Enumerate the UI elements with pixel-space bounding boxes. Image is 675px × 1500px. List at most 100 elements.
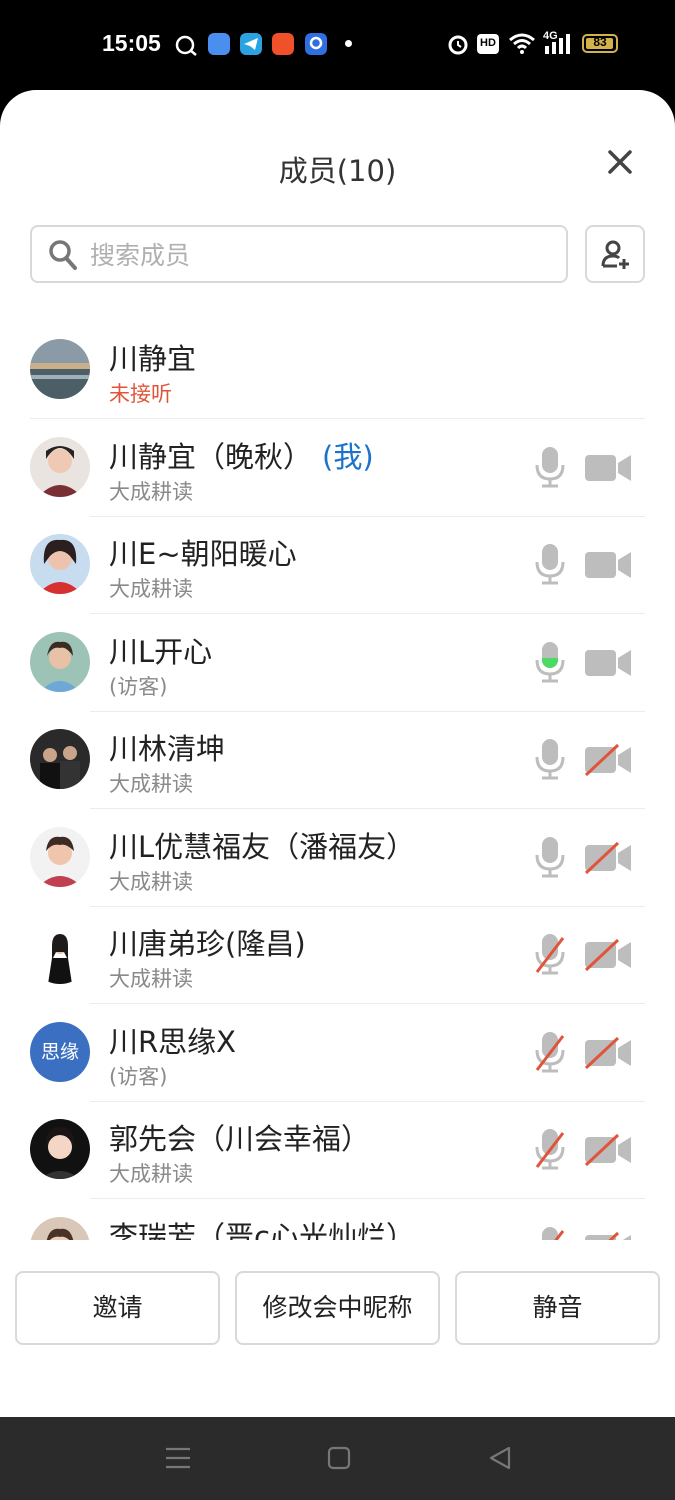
member-name: 川静宜: [109, 336, 196, 378]
member-name-text: 川静宜（晚秋）: [109, 439, 313, 474]
avatar: [30, 631, 90, 692]
camera-off-icon[interactable]: [584, 1231, 632, 1240]
battery-level: 83: [593, 35, 607, 49]
member-name: 川唐弟珍(隆昌): [109, 921, 306, 963]
member-name-text: 川L优慧福友（潘福友）: [109, 829, 416, 864]
chat-bubble-icon: [174, 35, 198, 61]
member-row[interactable]: 川静宜 未接听: [0, 322, 675, 419]
search-input[interactable]: [88, 235, 532, 275]
member-row[interactable]: 川L优慧福友（潘福友） 大成耕读: [0, 810, 675, 907]
alarm-icon: [447, 32, 469, 60]
member-row[interactable]: 川静宜（晚秋） (我) 大成耕读: [0, 420, 675, 517]
navigation-bar: [0, 1417, 675, 1500]
orange-app-icon: [272, 33, 294, 55]
call-status: 未接听: [109, 382, 172, 406]
menu-icon[interactable]: [165, 1446, 191, 1474]
avatar: [30, 729, 90, 789]
blue-app2-icon: [305, 33, 327, 55]
invite-button[interactable]: 邀请: [15, 1271, 220, 1345]
hd-label: HD: [480, 37, 496, 49]
network-label: 4G: [543, 30, 558, 42]
back-triangle-icon[interactable]: [488, 1446, 512, 1474]
mute-all-button[interactable]: 静音: [455, 1271, 660, 1345]
search-box[interactable]: [30, 225, 568, 283]
camera-off-icon[interactable]: [584, 841, 632, 874]
avatar: [30, 339, 90, 399]
member-name: 川林清坤: [109, 726, 225, 768]
member-row[interactable]: 川唐弟珍(隆昌) 大成耕读: [0, 907, 675, 1004]
member-name: 川静宜（晚秋） (我): [109, 434, 374, 476]
camera-icon[interactable]: [584, 647, 632, 679]
member-row[interactable]: 川林清坤 大成耕读: [0, 712, 675, 809]
member-name: 李瑞芳（晋c心光灿烂）: [109, 1214, 415, 1241]
add-user-icon: [601, 240, 629, 269]
member-name-text: 川R思缘X: [109, 1024, 237, 1059]
camera-off-icon[interactable]: [584, 1036, 632, 1069]
avatar: [30, 826, 90, 887]
rename-button[interactable]: 修改会中昵称: [235, 1271, 440, 1345]
member-group: 大成耕读: [109, 1162, 193, 1186]
avatar: [30, 534, 90, 594]
member-group: 大成耕读: [109, 479, 193, 504]
member-name-text: 川静宜: [109, 342, 197, 376]
member-row[interactable]: 川L开心 (访客): [0, 615, 675, 712]
member-row[interactable]: 李瑞芳（晋c心光灿烂）: [0, 1200, 675, 1241]
hd-icon: HD: [477, 34, 499, 54]
member-group: 大成耕读: [109, 967, 193, 991]
members-panel: 成员(10) 川静宜未接听川静宜（晚秋）(我)大成耕读川E~朝阳暖心大成耕读川L…: [0, 90, 675, 1417]
signal-4g-icon: 4G: [543, 30, 575, 58]
member-name: 川E~朝阳暖心: [109, 531, 297, 573]
member-group: 大成耕读: [109, 772, 193, 796]
mic-icon[interactable]: [534, 737, 566, 781]
member-group: 大成耕读: [109, 577, 193, 601]
member-name-text: 川林清坤: [109, 732, 226, 766]
member-name: 川L优慧福友（潘福友）: [109, 824, 415, 866]
member-name-text: 川L开心: [109, 634, 213, 669]
mic-off-icon[interactable]: [534, 1030, 566, 1074]
mic-off-icon[interactable]: [534, 1127, 566, 1171]
camera-off-icon[interactable]: [584, 938, 632, 972]
member-row[interactable]: 郭先会（川会幸福） 大成耕读: [0, 1102, 675, 1199]
member-name-text: 川唐弟珍(隆昌): [109, 927, 306, 961]
status-bar: 15:05 HD 4G 83: [0, 0, 675, 90]
mic-off-icon[interactable]: [534, 1225, 566, 1240]
search-icon: [48, 239, 78, 275]
add-member-button[interactable]: [585, 225, 645, 283]
avatar: 思缘: [30, 1021, 90, 1082]
close-button[interactable]: [600, 142, 640, 182]
member-name-text: 川E~朝阳暖心: [109, 537, 297, 571]
wifi-icon: [508, 32, 536, 58]
member-name: 川R思缘X: [109, 1019, 236, 1061]
mic-icon[interactable]: [534, 640, 566, 684]
close-icon: [608, 150, 632, 174]
camera-icon[interactable]: [584, 452, 632, 484]
panel-title: 成员(10): [278, 154, 397, 188]
member-group: 大成耕读: [109, 869, 193, 894]
battery-icon: 83: [582, 34, 618, 53]
avatar: [30, 1119, 90, 1179]
member-group: (访客): [109, 674, 168, 699]
member-name-text: 郭先会（川会幸福）: [109, 1122, 371, 1156]
avatar: [30, 1216, 90, 1240]
member-group: (访客): [109, 1064, 168, 1089]
avatar: [30, 436, 90, 497]
telegram-icon: [240, 33, 262, 55]
camera-off-icon[interactable]: [584, 1133, 632, 1167]
dot-icon: [345, 40, 352, 47]
member-name: 郭先会（川会幸福）: [109, 1116, 370, 1158]
status-time: 15:05: [102, 30, 161, 56]
avatar: [30, 924, 90, 984]
member-list[interactable]: 川静宜 未接听 川静宜（晚秋） (我) 大成耕读 川E~朝阳暖心 大成耕读 川L开心 (访客) 川…: [0, 322, 675, 1240]
mic-icon[interactable]: [534, 542, 566, 586]
camera-off-icon[interactable]: [584, 743, 632, 777]
member-row[interactable]: 川E~朝阳暖心大成耕读: [0, 517, 675, 614]
mic-off-icon[interactable]: [534, 932, 566, 976]
camera-icon[interactable]: [584, 549, 632, 581]
member-row[interactable]: 思缘 川R思缘X (访客): [0, 1005, 675, 1102]
member-name: 川L开心: [109, 629, 212, 671]
blue-app-icon: [208, 33, 230, 55]
me-tag: (我): [322, 439, 374, 474]
mic-icon[interactable]: [534, 835, 566, 879]
home-square-icon[interactable]: [327, 1446, 351, 1474]
mic-icon[interactable]: [534, 445, 566, 489]
